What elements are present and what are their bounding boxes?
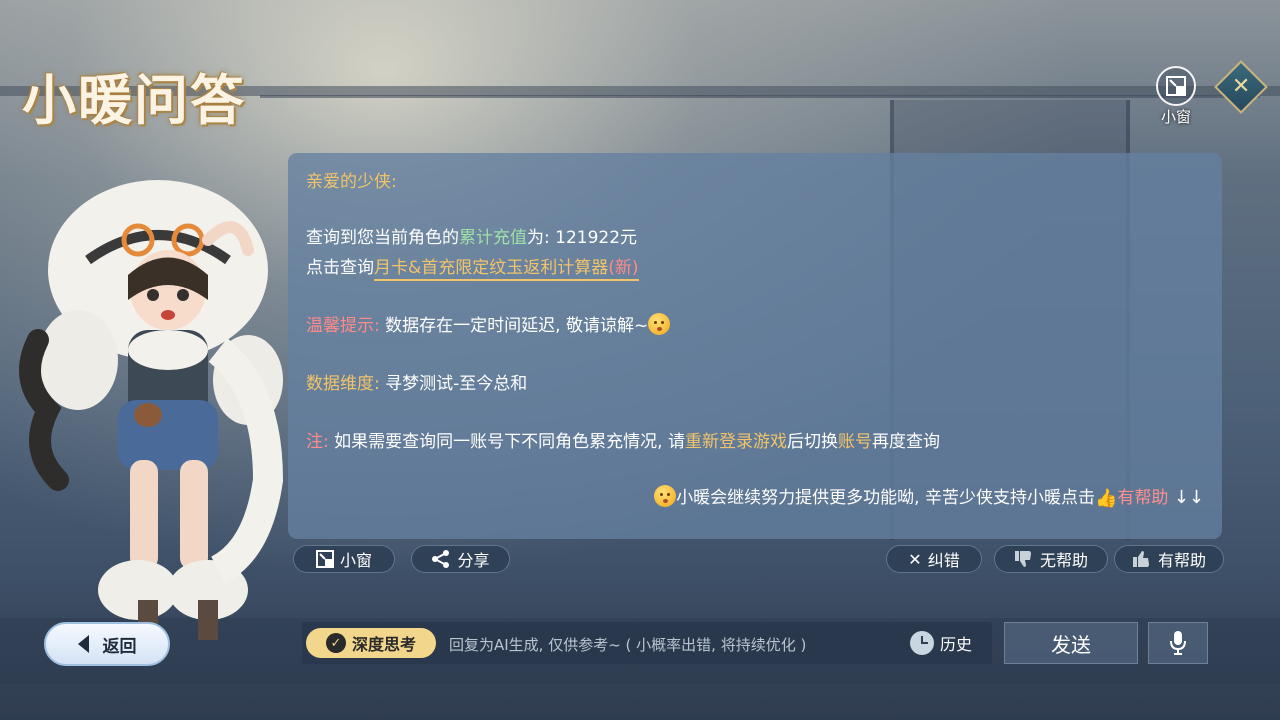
kiss-emoji-icon	[654, 485, 677, 507]
back-button[interactable]: 返回	[44, 622, 170, 666]
account-keyword: 账号	[837, 432, 872, 452]
ai-disclaimer-text: 回复为AI生成, 仅供参考~ ( 小概率出错, 将持续优化 )	[449, 636, 807, 654]
helpful-label: 有帮助	[1157, 551, 1206, 570]
check-icon: ✓	[325, 633, 346, 653]
close-button[interactable]: ✕	[1214, 60, 1268, 114]
clock-icon	[910, 631, 934, 655]
mini-window-button[interactable]: 小窗	[293, 545, 395, 573]
character-illustration	[19, 180, 284, 640]
recharge-line: 查询到您当前角色的累计充值为: 121922元	[306, 228, 638, 248]
history-button[interactable]: 历史	[910, 628, 986, 658]
closing-helpful-link[interactable]: 有帮助	[1117, 488, 1168, 508]
down-arrows: ↓↓	[1173, 487, 1204, 508]
x-icon: ✕	[908, 549, 922, 569]
thumbs-up-icon	[1132, 551, 1149, 567]
mini-window-icon	[1156, 66, 1196, 106]
not-helpful-button[interactable]: 无帮助	[994, 545, 1108, 573]
relogin-keyword: 重新登录游戏	[684, 432, 787, 452]
recharge-keyword: 累计充值	[459, 228, 527, 248]
share-button[interactable]: 分享	[411, 545, 510, 573]
mini-window-icon	[315, 550, 334, 568]
microphone-icon	[1170, 631, 1186, 655]
dimension-line: 数据维度: 寻梦测试-至今总和	[306, 374, 528, 394]
note-label: 注:	[306, 432, 329, 452]
mini-window-toggle-top[interactable]: 小窗	[1154, 66, 1198, 127]
tip-label: 温馨提示:	[306, 316, 380, 336]
dimension-label: 数据维度:	[306, 374, 380, 394]
helpful-button[interactable]: 有帮助	[1114, 545, 1224, 573]
answer-panel: 亲爱的少侠: 查询到您当前角色的累计充值为: 121922元 点击查询月卡&首充…	[288, 153, 1222, 539]
report-error-label: 纠错	[927, 551, 960, 570]
mini-window-button-label: 小窗	[339, 551, 372, 570]
back-arrow-icon	[77, 635, 89, 653]
deep-think-toggle[interactable]: ✓ 深度思考	[306, 628, 436, 658]
share-button-label: 分享	[457, 551, 490, 570]
background-beam	[260, 95, 1260, 98]
kiss-emoji-icon	[648, 313, 671, 335]
closing-line: 小暖会继续努力提供更多功能呦, 辛苦少侠支持小暖点击👍有帮助 ↓↓	[654, 483, 1204, 509]
note-line: 注: 如果需要查询同一账号下不同角色累充情况, 请重新登录游戏后切换账号再度查询	[306, 432, 940, 452]
deep-think-label: 深度思考	[351, 635, 416, 654]
tip-line: 温馨提示: 数据存在一定时间延迟, 敬请谅解~	[306, 311, 671, 336]
history-label: 历史	[940, 635, 973, 654]
close-icon: ✕	[1231, 74, 1251, 99]
mini-window-top-label: 小窗	[1160, 108, 1191, 126]
greeting-text: 亲爱的少侠:	[306, 172, 397, 192]
thumbs-up-emoji-icon: 👍	[1095, 488, 1118, 509]
calculator-link[interactable]: 月卡&首充限定纹玉返利计算器(新)	[374, 258, 639, 281]
back-label: 返回	[102, 636, 137, 657]
send-button[interactable]: 发送	[1004, 622, 1138, 664]
voice-input-button[interactable]	[1148, 622, 1208, 664]
thumbs-down-icon	[1014, 551, 1031, 567]
report-error-button[interactable]: ✕ 纠错	[886, 545, 982, 573]
not-helpful-label: 无帮助	[1039, 551, 1088, 570]
calculator-line: 点击查询月卡&首充限定纹玉返利计算器(新)	[306, 253, 639, 281]
page-title: 小暖问答	[22, 68, 246, 132]
share-icon	[432, 550, 450, 568]
